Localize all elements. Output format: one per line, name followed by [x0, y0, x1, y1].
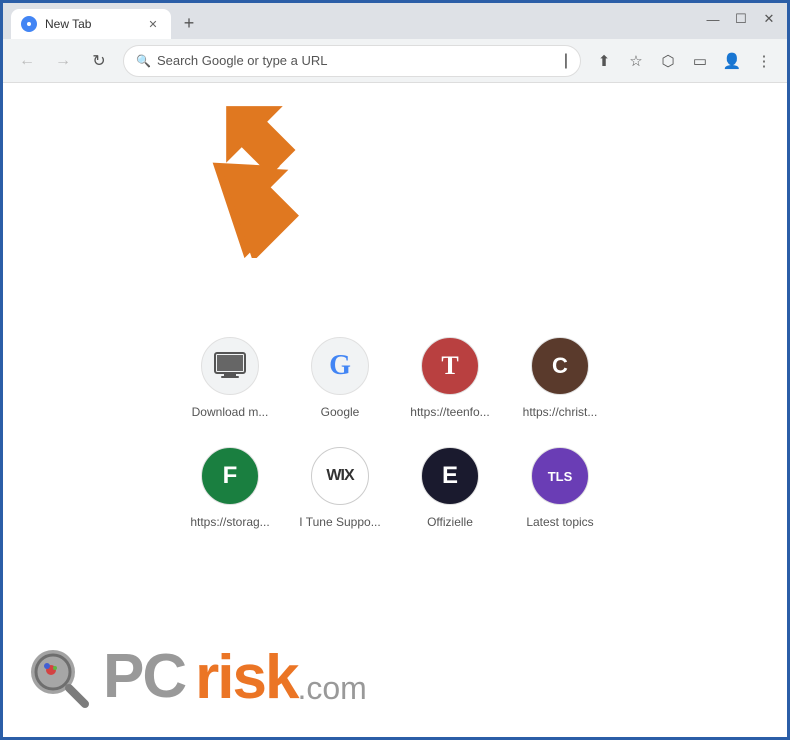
shortcut-download-label: Download m... — [192, 405, 269, 419]
shortcut-offizielle[interactable]: E Offizielle — [395, 433, 505, 543]
shortcut-storage-label: https://storag... — [190, 515, 269, 529]
new-tab-button[interactable]: + — [175, 9, 203, 37]
tab-close-button[interactable]: ✕ — [145, 16, 161, 32]
shortcut-teenfo[interactable]: T https://teenfo... — [395, 323, 505, 433]
toolbar-actions: ⬆ ☆ ⬡ ▭ 👤 ⋮ — [589, 46, 779, 76]
search-icon: 🔍 — [136, 54, 151, 68]
shortcut-christ-icon: C — [531, 337, 589, 395]
shortcut-teenfo-label: https://teenfo... — [410, 405, 489, 419]
shortcut-christ[interactable]: C https://christ... — [505, 323, 615, 433]
shortcut-storage[interactable]: F https://storag... — [175, 433, 285, 543]
shortcut-storage-icon: F — [201, 447, 259, 505]
browser-window: New Tab ✕ + — ☐ ✕ ← → ↻ 🔍 Search Google … — [0, 0, 790, 740]
magnifier-icon — [23, 642, 93, 712]
page-content: Download m... G Google T https://teenfo.… — [3, 83, 787, 737]
window-controls: — ☐ ✕ — [703, 9, 779, 29]
shortcut-latest[interactable]: TLS Latest topics — [505, 433, 615, 543]
address-text: Search Google or type a URL — [157, 53, 558, 68]
shortcut-google[interactable]: G Google — [285, 323, 395, 433]
shortcut-offizielle-label: Offizielle — [427, 515, 473, 529]
menu-button[interactable]: ⋮ — [749, 46, 779, 76]
extensions-button[interactable]: ⬡ — [653, 46, 683, 76]
shortcut-teenfo-icon: T — [421, 337, 479, 395]
forward-button[interactable]: → — [47, 45, 79, 77]
toolbar: ← → ↻ 🔍 Search Google or type a URL | ⬆ … — [3, 39, 787, 83]
title-bar: New Tab ✕ + — ☐ ✕ — [3, 3, 787, 39]
pcrisk-watermark: PC risk .com — [3, 617, 787, 737]
tab-favicon — [21, 16, 37, 32]
shortcut-latest-label: Latest topics — [526, 515, 593, 529]
back-button[interactable]: ← — [11, 45, 43, 77]
cast-button[interactable]: ▭ — [685, 46, 715, 76]
profile-button[interactable]: 👤 — [717, 46, 747, 76]
pc-text: PC — [103, 646, 185, 708]
active-tab[interactable]: New Tab ✕ — [11, 9, 171, 39]
risk-text: risk — [195, 642, 297, 713]
shortcut-wix[interactable]: WIX I Tune Suppo... — [285, 433, 395, 543]
risk-dotcom: risk .com — [195, 642, 367, 713]
shortcuts-grid: Download m... G Google T https://teenfo.… — [175, 323, 615, 543]
cursor-icon: | — [564, 52, 568, 70]
shortcut-christ-label: https://christ... — [523, 405, 598, 419]
shortcut-offizielle-icon: E — [421, 447, 479, 505]
shortcut-google-label: Google — [321, 405, 360, 419]
orange-arrow — [188, 138, 308, 263]
dotcom-text: .com — [297, 670, 366, 707]
watermark-logo: PC risk .com — [23, 642, 367, 713]
shortcut-latest-icon: TLS — [531, 447, 589, 505]
share-button[interactable]: ⬆ — [589, 46, 619, 76]
shortcut-download[interactable]: Download m... — [175, 323, 285, 433]
address-bar[interactable]: 🔍 Search Google or type a URL | — [123, 45, 581, 77]
minimize-button[interactable]: — — [703, 9, 723, 29]
close-button[interactable]: ✕ — [759, 9, 779, 29]
shortcut-download-icon — [201, 337, 259, 395]
bookmark-button[interactable]: ☆ — [621, 46, 651, 76]
shortcut-google-icon: G — [311, 337, 369, 395]
tab-label: New Tab — [45, 17, 137, 31]
reload-button[interactable]: ↻ — [83, 45, 115, 77]
maximize-button[interactable]: ☐ — [731, 9, 751, 29]
shortcut-wix-label: I Tune Suppo... — [299, 515, 380, 529]
shortcut-wix-icon: WIX — [311, 447, 369, 505]
